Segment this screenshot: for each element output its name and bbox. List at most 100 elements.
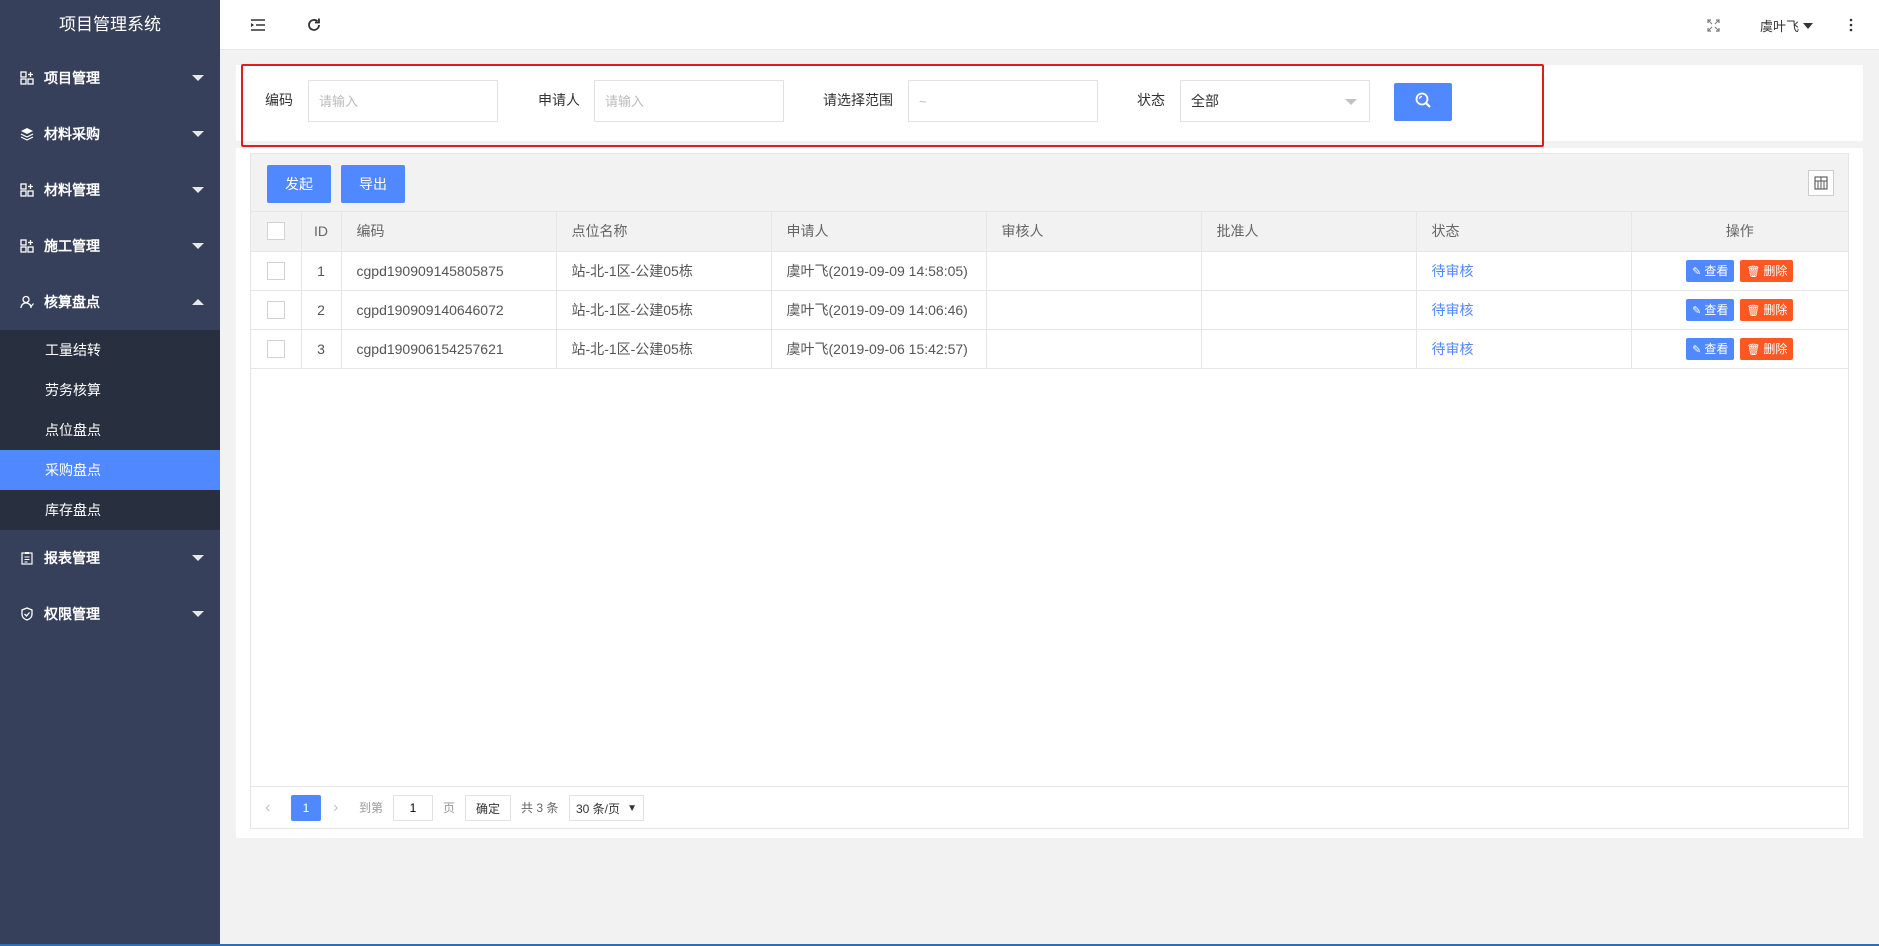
select-all-checkbox[interactable] xyxy=(266,222,285,241)
delete-button[interactable]: 🗑 删除 xyxy=(1740,337,1794,360)
pencil-icon: ✎ xyxy=(1692,304,1702,317)
cell-id: 1 xyxy=(301,251,342,291)
sidebar-subitem-workload[interactable]: 工量结转 xyxy=(0,330,220,370)
goto-confirm-button[interactable]: 确定 xyxy=(465,795,512,821)
trash-icon: 🗑 xyxy=(1746,265,1761,278)
row-select-cell xyxy=(251,251,302,291)
user-name: 虞叶飞 xyxy=(1760,19,1800,34)
delete-button[interactable]: 🗑 删除 xyxy=(1740,298,1794,321)
search-button[interactable] xyxy=(1394,83,1452,121)
sidebar-item-label: 权限管理 xyxy=(44,606,100,622)
caret-down-icon xyxy=(192,187,204,193)
code-input[interactable] xyxy=(308,80,498,122)
cell-approver xyxy=(1201,251,1417,291)
sidebar-item-material-management[interactable]: 材料管理 xyxy=(0,162,220,218)
caret-down-icon xyxy=(192,75,204,81)
user-menu[interactable]: 虞叶飞 xyxy=(1760,16,1814,35)
sidebar-item-construction[interactable]: 施工管理 xyxy=(0,218,220,274)
sidebar-subitem-purchase-inventory[interactable]: 采购盘点 xyxy=(0,450,220,490)
clipboard-icon xyxy=(20,551,34,565)
sidebar-item-label: 材料管理 xyxy=(44,182,100,198)
app-logo-title: 项目管理系统 xyxy=(0,0,220,50)
shield-check-icon xyxy=(20,607,34,621)
column-header-status: 状态 xyxy=(1416,212,1632,252)
sidebar-item-reports[interactable]: 报表管理 xyxy=(0,530,220,586)
sidebar-subitem-labor[interactable]: 劳务核算 xyxy=(0,370,220,410)
cell-id: 3 xyxy=(301,329,342,369)
accounting-submenu: 工量结转 劳务核算 点位盘点 采购盘点 库存盘点 xyxy=(0,330,220,530)
row-checkbox[interactable] xyxy=(266,339,285,358)
delete-label: 删除 xyxy=(1763,341,1788,356)
column-header-actions: 操作 xyxy=(1631,212,1848,252)
cell-id: 2 xyxy=(301,290,342,330)
caret-up-icon xyxy=(192,299,204,305)
cell-status: 待审核 xyxy=(1416,251,1632,291)
status-link[interactable]: 待审核 xyxy=(1432,341,1474,357)
column-filter-icon[interactable] xyxy=(1808,170,1834,196)
row-checkbox[interactable] xyxy=(266,261,285,280)
page-unit-label: 页 xyxy=(443,801,456,815)
view-button[interactable]: ✎ 查看 xyxy=(1686,298,1735,321)
grid-plus-icon xyxy=(20,239,34,253)
pencil-icon: ✎ xyxy=(1692,265,1702,278)
goto-page-input[interactable] xyxy=(393,795,433,821)
refresh-icon[interactable] xyxy=(304,15,324,35)
delete-button[interactable]: 🗑 删除 xyxy=(1740,259,1794,282)
column-header-site: 点位名称 xyxy=(556,212,772,252)
more-vertical-icon[interactable] xyxy=(1841,15,1861,35)
column-header-reviewer: 审核人 xyxy=(986,212,1202,252)
sidebar-item-label: 项目管理 xyxy=(44,70,100,86)
view-label: 查看 xyxy=(1704,263,1729,278)
caret-down-icon xyxy=(192,131,204,137)
view-button[interactable]: ✎ 查看 xyxy=(1686,259,1735,282)
table-header-row: ID 编码 点位名称 申请人 审核人 批准人 状态 操作 xyxy=(251,212,1848,252)
status-select[interactable]: 全部 xyxy=(1180,80,1370,122)
pagination: ‹ 1 › 到第 页 确定 共 3 条 30 条/页 ▼ xyxy=(251,786,1848,828)
cell-actions: ✎ 查看 🗑 删除 xyxy=(1631,329,1848,369)
next-page-icon[interactable]: › xyxy=(333,795,338,821)
sidebar-item-label: 施工管理 xyxy=(44,238,100,254)
cell-reviewer xyxy=(986,251,1202,291)
start-button[interactable]: 发起 xyxy=(267,165,331,203)
top-header: 虞叶飞 xyxy=(220,0,1879,50)
page-current[interactable]: 1 xyxy=(291,795,321,821)
select-all-cell xyxy=(251,212,302,252)
sidebar-item-material-purchase[interactable]: 材料采购 xyxy=(0,106,220,162)
cell-applicant: 虞叶飞(2019-09-09 14:06:46) xyxy=(771,290,987,330)
cell-site: 站-北-1区-公建05栋 xyxy=(556,290,772,330)
sidebar-item-permissions[interactable]: 权限管理 xyxy=(0,586,220,642)
sidebar-subitem-stock-inventory[interactable]: 库存盘点 xyxy=(0,490,220,530)
status-link[interactable]: 待审核 xyxy=(1432,302,1474,318)
status-link[interactable]: 待审核 xyxy=(1432,263,1474,279)
fullscreen-icon[interactable] xyxy=(1703,15,1723,35)
row-checkbox[interactable] xyxy=(266,300,285,319)
caret-down-icon xyxy=(1803,23,1814,29)
page-size-select[interactable]: 30 条/页 ▼ xyxy=(569,795,644,821)
caret-down-icon: ▼ xyxy=(627,803,637,814)
table-row: 3 cgpd190906154257621 站-北-1区-公建05栋 虞叶飞(2… xyxy=(251,329,1848,369)
menu-collapse-icon[interactable] xyxy=(248,15,268,35)
export-button[interactable]: 导出 xyxy=(341,165,405,203)
cell-status: 待审核 xyxy=(1416,290,1632,330)
view-label: 查看 xyxy=(1704,341,1729,356)
trash-icon: 🗑 xyxy=(1746,343,1761,356)
layers-icon xyxy=(20,127,34,141)
sidebar-item-label: 材料采购 xyxy=(44,126,100,142)
delete-label: 删除 xyxy=(1763,263,1788,278)
view-button[interactable]: ✎ 查看 xyxy=(1686,337,1735,360)
range-label: 请选择范围 xyxy=(823,92,893,108)
prev-page-icon[interactable]: ‹ xyxy=(265,795,270,821)
goto-label: 到第 xyxy=(359,801,384,815)
sidebar-item-accounting[interactable]: 核算盘点 xyxy=(0,274,220,330)
date-range-input[interactable] xyxy=(908,80,1098,122)
sidebar-subitem-site-inventory[interactable]: 点位盘点 xyxy=(0,410,220,450)
column-header-code: 编码 xyxy=(341,212,557,252)
sidebar-item-project[interactable]: 项目管理 xyxy=(0,50,220,106)
row-select-cell xyxy=(251,329,302,369)
sidebar-item-label: 核算盘点 xyxy=(44,294,100,310)
column-header-applicant: 申请人 xyxy=(771,212,987,252)
user-icon xyxy=(20,295,34,309)
applicant-input[interactable] xyxy=(594,80,784,122)
column-header-approver: 批准人 xyxy=(1201,212,1417,252)
cell-status: 待审核 xyxy=(1416,329,1632,369)
